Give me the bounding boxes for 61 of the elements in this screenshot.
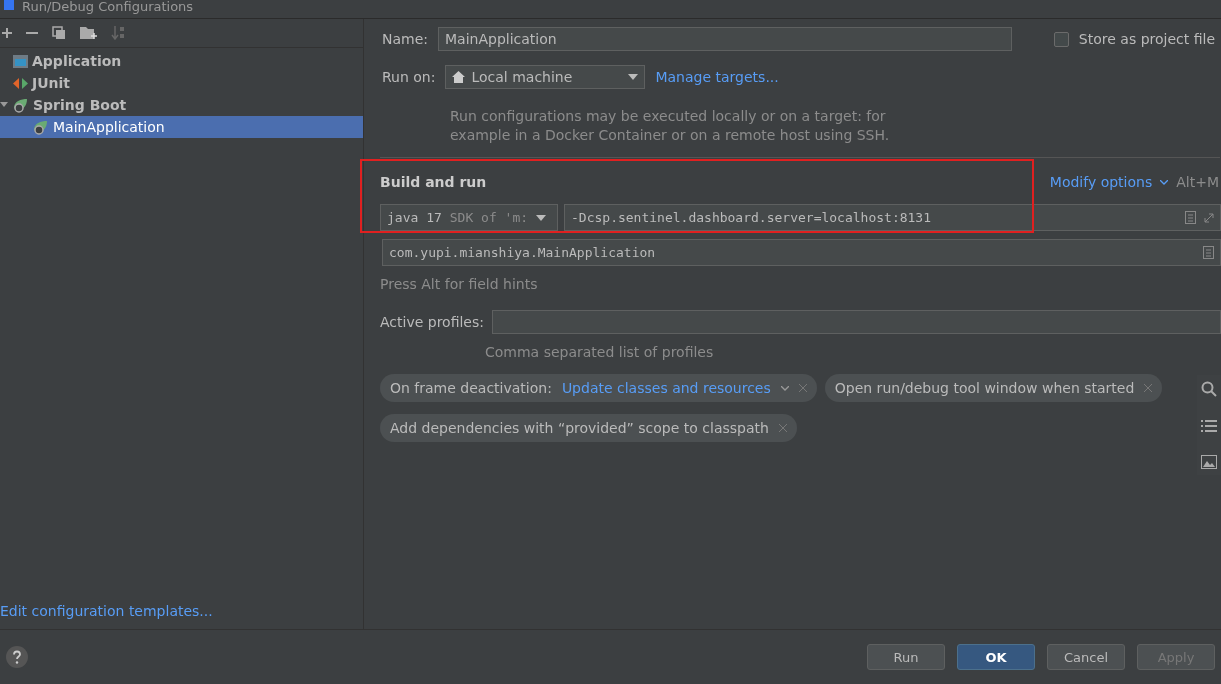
profiles-label: Active profiles: <box>380 314 484 330</box>
junit-icon <box>12 75 29 91</box>
copy-icon[interactable] <box>52 26 66 40</box>
tree-item[interactable]: Application <box>0 50 363 72</box>
name-label: Name: <box>381 31 429 47</box>
application-icon <box>12 53 29 69</box>
sdk-hint: SDK of 'm: <box>449 210 529 225</box>
manage-targets-link[interactable]: Manage targets... <box>655 69 779 85</box>
sdk-value: java 17 <box>387 210 442 225</box>
home-icon <box>452 71 466 83</box>
caret-icon <box>780 385 789 391</box>
dialog-button[interactable]: OK <box>957 644 1035 670</box>
window-title: Run/Debug Configurations <box>22 0 194 14</box>
image-icon[interactable] <box>1201 455 1217 469</box>
main-class-field[interactable]: com.yupi.mianshiya.MainApplication <box>382 239 1221 266</box>
profiles-field[interactable] <box>492 310 1221 334</box>
option-chip[interactable]: On frame deactivation: Update classes and resources <box>380 374 817 402</box>
search-icon[interactable] <box>1201 381 1217 397</box>
option-chip[interactable]: Add dependencies with “provided” scope to classpath <box>380 414 797 442</box>
chip-label: Open run/debug tool window when started <box>834 380 1135 396</box>
tree-item[interactable]: JUnit <box>0 72 363 94</box>
folder-icon[interactable] <box>80 26 97 40</box>
modify-options-link[interactable]: Modify options <box>1049 174 1153 190</box>
sdk-dropdown[interactable]: java 17 SDK of 'm: <box>380 204 558 231</box>
option-chip[interactable]: Open run/debug tool window when started <box>824 374 1163 402</box>
close-icon[interactable] <box>1144 384 1153 392</box>
profiles-hint: Comma separated list of profiles <box>485 344 714 360</box>
store-checkbox[interactable] <box>1053 31 1069 47</box>
sort-icon[interactable] <box>111 26 125 40</box>
expand-icon[interactable] <box>1204 212 1214 223</box>
run-on-dropdown[interactable]: Local machine <box>445 65 646 89</box>
spring-icon <box>32 119 50 135</box>
caret-icon <box>1160 179 1169 185</box>
add-icon[interactable] <box>2 28 12 38</box>
app-icon <box>4 0 14 10</box>
caret-icon <box>628 74 639 80</box>
dialog-button[interactable]: Cancel <box>1047 644 1125 670</box>
run-on-hint: Run configurations may be executed locally or on a target: for example in a Docker Container or on a remote host using SSH. <box>450 107 890 145</box>
chip-label: Add dependencies with “provided” scope to classpath <box>390 420 769 436</box>
close-icon[interactable] <box>778 424 787 432</box>
spring-icon <box>12 97 30 113</box>
chip-label: On frame deactivation: <box>390 380 552 396</box>
dialog-button[interactable]: Run <box>867 644 945 670</box>
store-label[interactable]: Store as project file <box>1078 31 1215 47</box>
tree-item[interactable]: Spring Boot <box>0 94 363 116</box>
list-icon[interactable] <box>1201 419 1217 433</box>
tree-item[interactable]: MainApplication <box>0 116 363 138</box>
name-field[interactable]: MainApplication <box>438 27 1013 51</box>
document-icon[interactable] <box>1203 246 1214 259</box>
shortcut-label: Alt+M <box>1176 174 1219 190</box>
help-icon[interactable] <box>6 646 28 668</box>
field-hint: Press Alt for field hints <box>380 276 538 292</box>
caret-icon <box>536 214 547 221</box>
vm-options-field[interactable]: -Dcsp.sentinel.dashboard.server=localhost:8131 <box>564 204 1221 231</box>
run-on-label: Run on: <box>381 69 436 85</box>
document-icon[interactable] <box>1185 211 1196 224</box>
expand-icon[interactable] <box>0 100 8 108</box>
close-icon[interactable] <box>798 384 807 392</box>
templates-link[interactable]: Edit configuration templates... <box>0 603 213 619</box>
chip-value-link[interactable]: Update classes and resources <box>561 380 771 396</box>
section-title: Build and run <box>380 174 487 190</box>
